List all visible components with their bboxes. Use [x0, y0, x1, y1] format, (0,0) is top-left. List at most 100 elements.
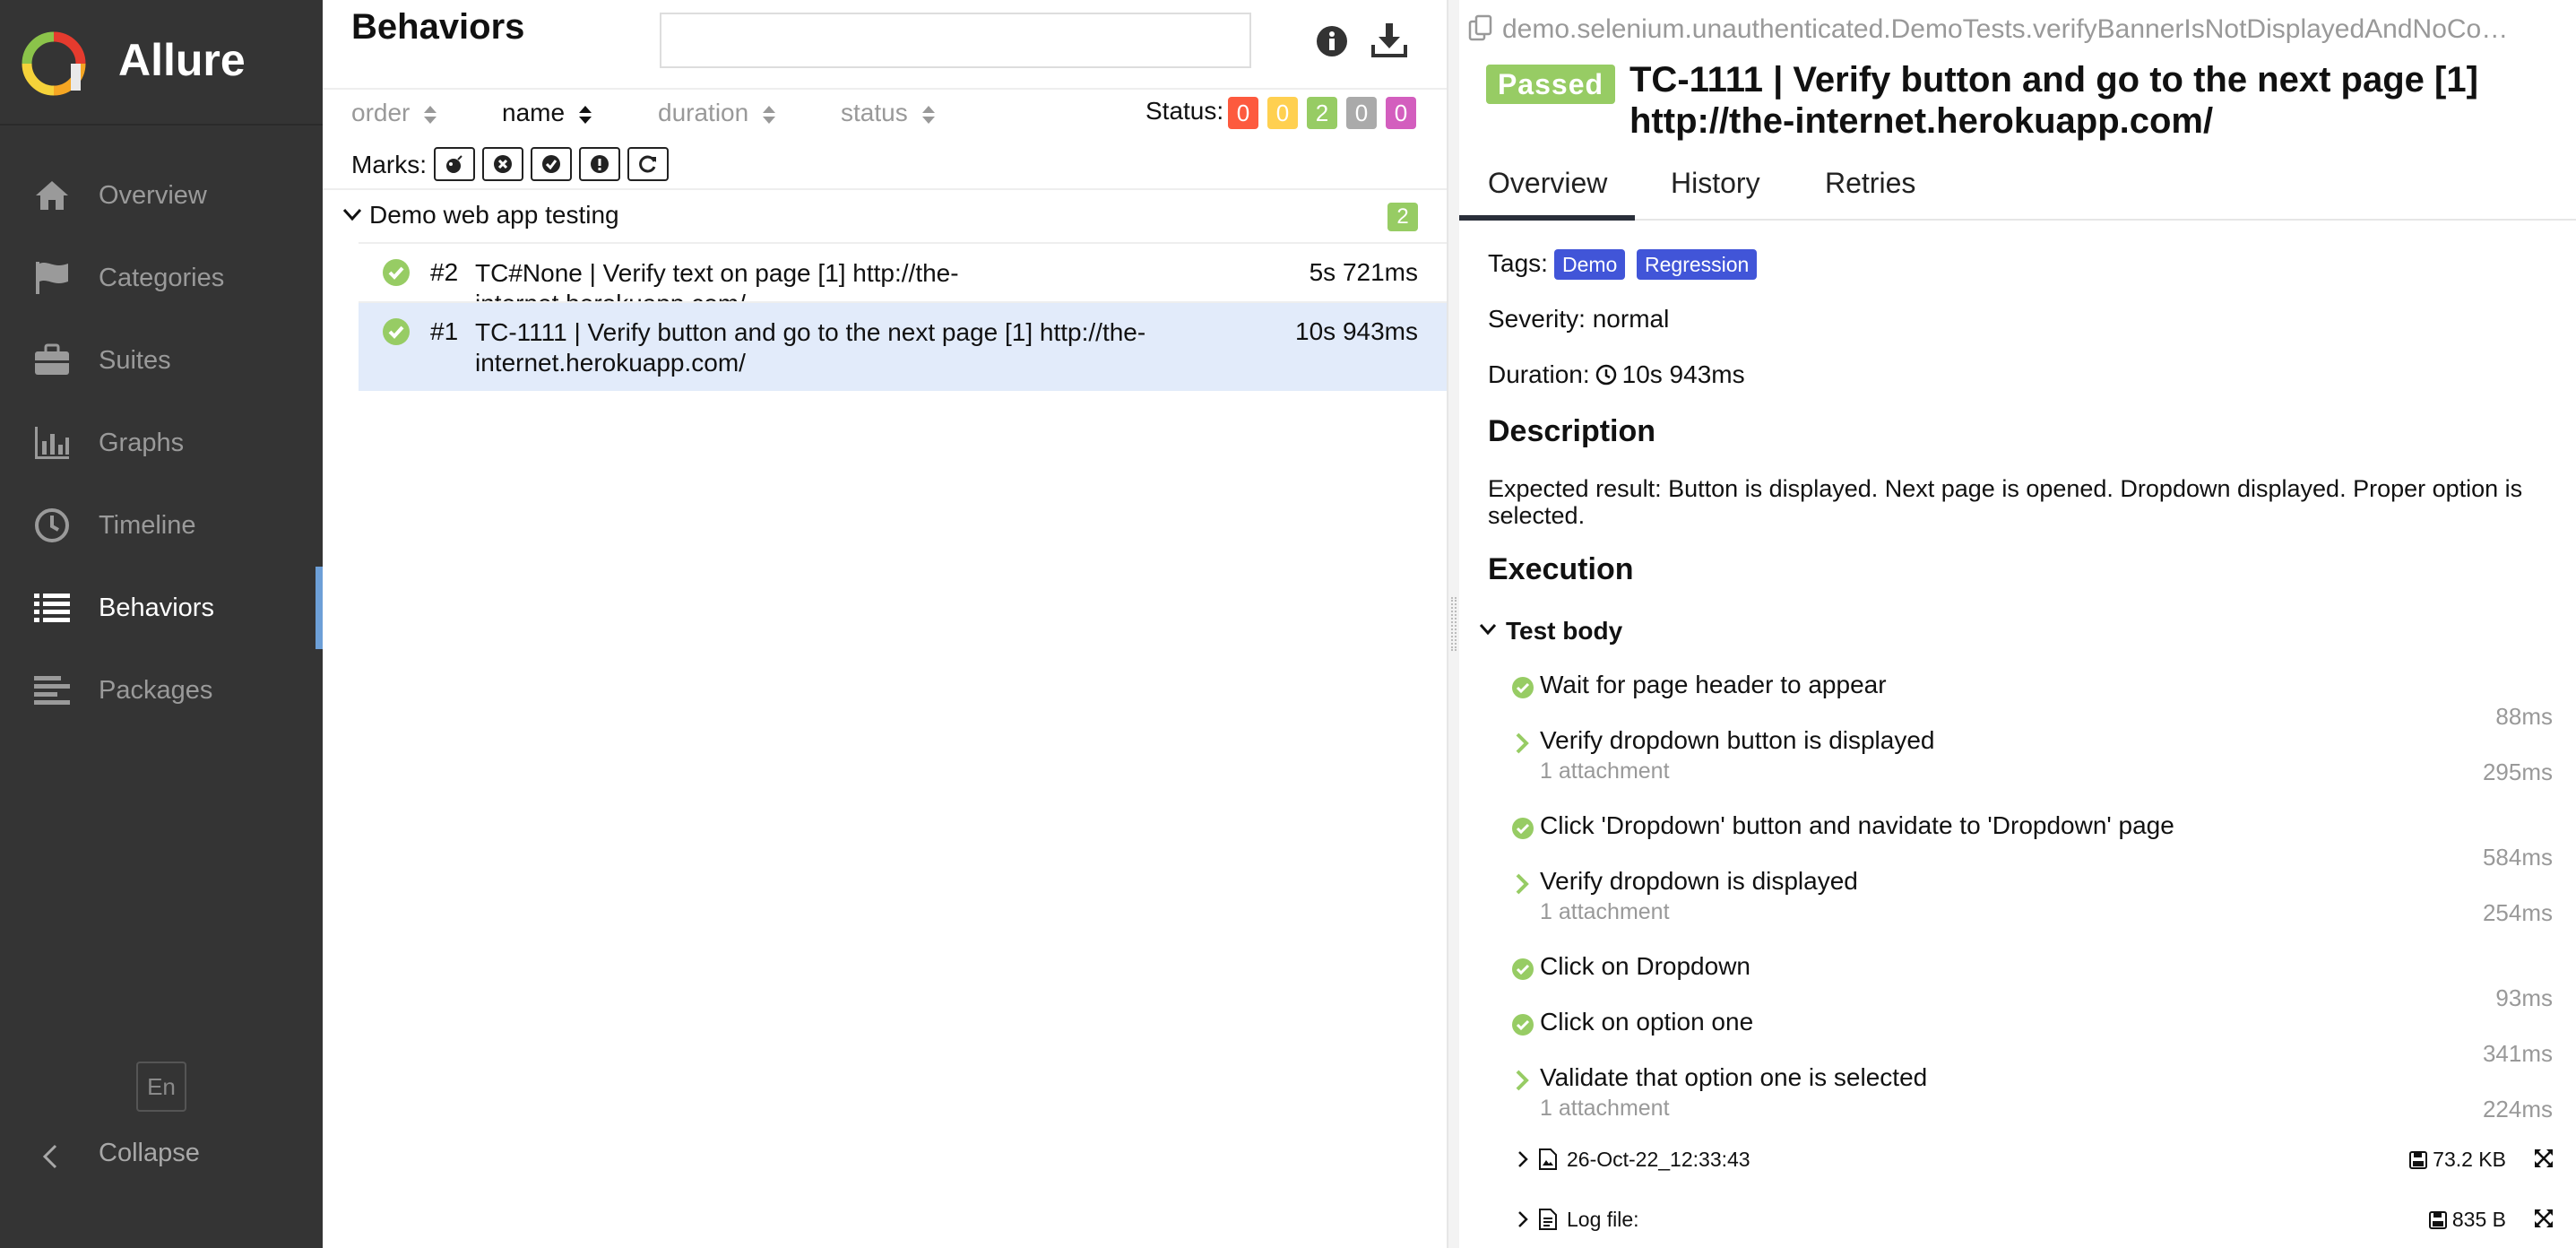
attachment-row[interactable]: 26-Oct-22_12:33:43 73.2 KB — [1459, 1142, 2576, 1178]
download-icon[interactable] — [1371, 22, 1407, 57]
text-file-icon — [1539, 1209, 1557, 1230]
language-button[interactable]: En — [136, 1062, 186, 1112]
sidebar-item-behaviors[interactable]: Behaviors — [0, 567, 323, 649]
test-row-selected[interactable]: #1 TC-1111 | Verify button and go to the… — [359, 301, 1447, 391]
sidebar-item-categories[interactable]: Categories — [0, 237, 323, 319]
mark-new-failed-button[interactable] — [482, 147, 523, 181]
chevron-down-icon — [342, 208, 362, 221]
clock-icon — [1595, 364, 1616, 386]
test-duration: 10s 943ms — [1295, 317, 1418, 345]
times-circle-icon — [494, 155, 512, 173]
status-filter-broken[interactable]: 0 — [1267, 97, 1298, 129]
sidebar-item-packages[interactable]: Packages — [0, 649, 323, 732]
tag-badge: Regression — [1637, 249, 1758, 280]
test-number: #2 — [430, 258, 459, 286]
step-row[interactable]: Click on option one 341ms — [1459, 1008, 2576, 1067]
tab-overview[interactable]: Overview — [1488, 167, 1607, 200]
sidebar-item-label: Suites — [99, 346, 171, 375]
sidebar-item-timeline[interactable]: Timeline — [0, 484, 323, 567]
step-duration: 295ms — [2482, 758, 2553, 785]
copy-icon[interactable] — [1468, 14, 1493, 41]
info-icon[interactable] — [1316, 25, 1348, 57]
step-row[interactable]: Wait for page header to appear 88ms — [1459, 671, 2576, 730]
step-row[interactable]: Click 'Dropdown' button and navidate to … — [1459, 811, 2576, 871]
tab-history[interactable]: History — [1671, 167, 1760, 200]
image-file-icon — [1539, 1148, 1557, 1170]
sort-by-status[interactable]: status — [841, 99, 937, 127]
step-name: Verify dropdown button is displayed — [1540, 726, 1935, 754]
check-circle-icon — [1512, 677, 1534, 698]
test-body-toggle[interactable]: Test body — [1479, 617, 1622, 646]
align-left-icon — [34, 676, 70, 705]
expand-icon[interactable] — [2533, 1148, 2554, 1169]
pane-resize-handle[interactable] — [1447, 0, 1459, 1248]
mark-new-broken-button[interactable] — [579, 147, 620, 181]
sort-by-duration[interactable]: duration — [658, 99, 777, 127]
check-circle-icon — [1512, 818, 1534, 839]
check-circle-icon — [383, 318, 410, 345]
sidebar-item-overview[interactable]: Overview — [0, 154, 323, 237]
mark-retries-button[interactable] — [627, 147, 669, 181]
flag-icon — [36, 262, 68, 294]
collapse-button[interactable]: Collapse — [0, 1130, 323, 1183]
divider — [323, 188, 1447, 190]
sidebar-item-label: Packages — [99, 676, 213, 705]
chevron-right-icon — [1518, 1151, 1528, 1167]
status-filter-passed[interactable]: 2 — [1307, 97, 1337, 129]
test-body-label: Test body — [1506, 617, 1623, 645]
chevron-right-icon — [1518, 1211, 1528, 1227]
bomb-icon — [446, 155, 462, 173]
status-filter-failed[interactable]: 0 — [1228, 97, 1258, 129]
check-circle-icon — [1512, 958, 1534, 980]
expand-icon[interactable] — [2533, 1208, 2554, 1229]
sort-icon — [763, 105, 776, 124]
mark-new-passed-button[interactable] — [531, 147, 572, 181]
save-icon — [2409, 1151, 2428, 1169]
chevron-right-icon — [1516, 732, 1529, 754]
step-name: Validate that option one is selected — [1540, 1063, 1928, 1091]
test-full-name[interactable]: demo.selenium.unauthenticated.DemoTests.… — [1468, 14, 2562, 45]
sort-by-order[interactable]: order — [351, 99, 438, 127]
step-row[interactable]: Validate that option one is selected 1 a… — [1459, 1063, 2576, 1122]
step-row[interactable]: Verify dropdown is displayed 1 attachmen… — [1459, 867, 2576, 926]
execution-heading: Execution — [1488, 552, 1634, 586]
sidebar: Allure Overview Categories Suites Graphs… — [0, 0, 323, 1248]
sort-by-name[interactable]: name — [502, 99, 593, 127]
step-row[interactable]: Click on Dropdown 93ms — [1459, 952, 2576, 1011]
sidebar-item-suites[interactable]: Suites — [0, 319, 323, 402]
full-name-text: demo.selenium.unauthenticated.DemoTests.… — [1502, 14, 2509, 44]
step-attachments: 1 attachment — [1540, 1096, 1670, 1121]
sidebar-item-label: Graphs — [99, 429, 185, 457]
duration-value: 10s 943ms — [1621, 360, 1745, 388]
group-count-badge: 2 — [1387, 203, 1418, 231]
attachment-row[interactable]: Log file: 835 B — [1459, 1202, 2576, 1238]
duration-label: Duration: — [1488, 360, 1590, 388]
step-name: Click on Dropdown — [1540, 952, 1750, 980]
tab-retries[interactable]: Retries — [1825, 167, 1915, 200]
refresh-icon — [639, 155, 656, 173]
page-title: Behaviors — [351, 7, 525, 47]
exclamation-circle-icon — [591, 155, 609, 173]
step-name: Wait for page header to appear — [1540, 671, 1887, 698]
brand-header[interactable]: Allure — [0, 0, 323, 126]
search-input[interactable] — [660, 13, 1251, 68]
description-text: Expected result: Button is displayed. Ne… — [1488, 475, 2523, 529]
severity-value: normal — [1592, 305, 1670, 333]
sort-icon — [579, 105, 592, 124]
status-filter-unknown[interactable]: 0 — [1386, 97, 1416, 129]
chevron-left-icon — [42, 1144, 57, 1169]
sidebar-item-graphs[interactable]: Graphs — [0, 402, 323, 484]
sort-label: name — [502, 99, 566, 126]
test-name: TC-1111 | Verify button and go to the ne… — [475, 318, 1146, 377]
check-circle-icon — [542, 155, 560, 173]
attachment-size-value: 835 B — [2451, 1208, 2506, 1231]
status-filter-label: Status: — [1145, 97, 1224, 125]
test-row[interactable]: #2 TC#None | Verify text on page [1] htt… — [359, 242, 1447, 317]
behavior-group-row[interactable]: Demo web app testing 2 — [323, 192, 1447, 240]
collapse-label: Collapse — [99, 1139, 200, 1167]
step-attachments: 1 attachment — [1540, 758, 1670, 784]
step-row[interactable]: Verify dropdown button is displayed 1 at… — [1459, 726, 2576, 785]
mark-flaky-button[interactable] — [434, 147, 475, 181]
sort-icon — [424, 105, 437, 124]
status-filter-skipped[interactable]: 0 — [1346, 97, 1377, 129]
